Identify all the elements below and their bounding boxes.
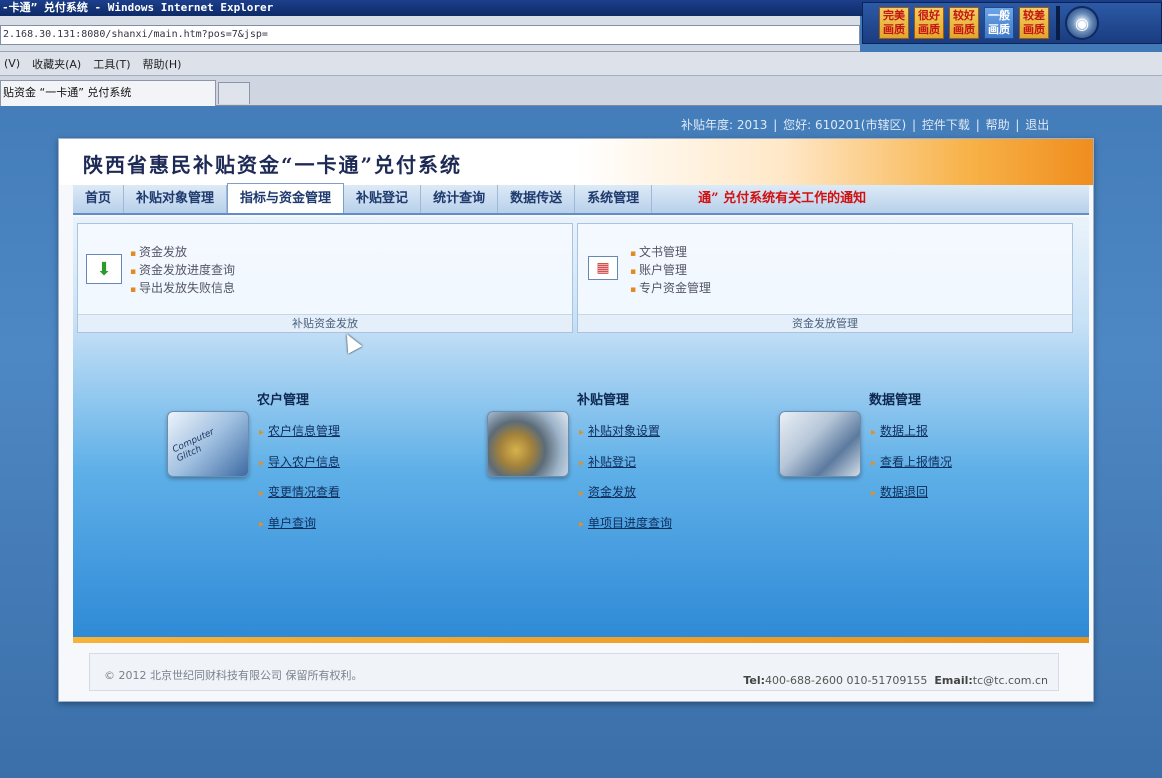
download-control-link[interactable]: 控件下载: [922, 118, 970, 132]
tel-label: Tel:: [743, 674, 766, 687]
email-label: Email:: [934, 674, 973, 687]
content-area: ⬇ 资金发放 资金发放进度查询 导出发放失败信息 补贴资金发放 ▦ 文书管理 账…: [73, 217, 1089, 637]
link-document-management[interactable]: 文书管理: [630, 244, 711, 262]
greeting-text: 您好: 610201(市辖区): [783, 118, 907, 132]
quality-very-good-button[interactable]: 很好 画质: [914, 7, 944, 39]
panel-subsidy-disbursement: ⬇ 资金发放 资金发放进度查询 导出发放失败信息 补贴资金发放: [77, 223, 573, 333]
link-data-report[interactable]: 数据上报: [871, 417, 952, 448]
link-data-return[interactable]: 数据退回: [871, 478, 952, 509]
link-disbursement-progress[interactable]: 资金发放进度查询: [130, 262, 235, 280]
separator: |: [975, 118, 980, 132]
link-farmer-info[interactable]: 农户信息管理: [259, 417, 340, 448]
browser-tab-bar: 贴资金 “一卡通” 兑付系统: [0, 76, 1162, 106]
panel-caption: 补贴资金发放: [78, 314, 572, 332]
nav-tab-quota-funds[interactable]: 指标与资金管理: [227, 183, 345, 213]
app-header: 陕西省惠民补贴资金“一卡通”兑付系统: [59, 139, 1093, 185]
browser-tab-active[interactable]: 贴资金 “一卡通” 兑付系统: [0, 80, 216, 106]
coins-image: [487, 411, 569, 477]
module-data-management: 数据管理 数据上报 查看上报情况 数据退回: [779, 389, 1059, 549]
app-frame: 陕西省惠民补贴资金“一卡通”兑付系统 首页 补贴对象管理 指标与资金管理 补贴登…: [58, 138, 1094, 702]
nav-tab-home[interactable]: 首页: [73, 185, 125, 213]
link-export-failures[interactable]: 导出发放失败信息: [130, 280, 235, 298]
link-change-view[interactable]: 变更情况查看: [259, 478, 340, 509]
subsidy-year: 补贴年度: 2013: [681, 118, 768, 132]
module-title: 农户管理: [257, 393, 310, 408]
copyright-text: © 2012 北京世纪同财科技有限公司 保留所有权利。: [104, 669, 363, 682]
browser-menu-bar: (V) 收藏夹(A) 工具(T) 帮助(H): [0, 52, 1162, 76]
menu-help[interactable]: 帮助(H): [143, 56, 182, 72]
menu-favorites[interactable]: 收藏夹(A): [32, 56, 81, 72]
quality-perfect-button[interactable]: 完美 画质: [879, 7, 909, 39]
separator: |: [1015, 118, 1020, 132]
tel-value: 400-688-2600 010-51709155: [765, 674, 928, 687]
image-caption: Computer Glitch: [171, 427, 216, 465]
module-title: 数据管理: [869, 393, 922, 408]
calendar-icon: ▦: [588, 256, 618, 280]
module-title: 补贴管理: [577, 393, 630, 408]
main-nav: 首页 补贴对象管理 指标与资金管理 补贴登记 统计查询 数据传送 系统管理 通”…: [73, 183, 1089, 215]
nav-tab-subsidy-objects[interactable]: 补贴对象管理: [124, 185, 228, 213]
quality-poor-button[interactable]: 较差 画质: [1019, 7, 1049, 39]
quality-normal-button[interactable]: 一般 画质: [984, 7, 1014, 39]
menu-view[interactable]: (V): [4, 57, 20, 70]
new-tab-button[interactable]: [218, 82, 250, 104]
nav-tab-statistics[interactable]: 统计查询: [421, 185, 499, 213]
link-import-farmer[interactable]: 导入农户信息: [259, 448, 340, 479]
nav-tab-subsidy-register[interactable]: 补贴登记: [344, 185, 422, 213]
app-title: 陕西省惠民补贴资金“一卡通”兑付系统: [83, 153, 463, 177]
logout-link[interactable]: 退出: [1025, 118, 1049, 132]
link-subsidy-object-setup[interactable]: 补贴对象设置: [579, 417, 672, 448]
nav-tab-system[interactable]: 系统管理: [575, 185, 653, 213]
link-fund-disbursement[interactable]: 资金发放: [579, 478, 672, 509]
quality-good-button[interactable]: 较好 画质: [949, 7, 979, 39]
help-link[interactable]: 帮助: [986, 118, 1010, 132]
footer: © 2012 北京世纪同财科技有限公司 保留所有权利。 Tel:400-688-…: [89, 653, 1059, 691]
link-fund-disbursement[interactable]: 资金发放: [130, 244, 235, 262]
link-account-management[interactable]: 账户管理: [630, 262, 711, 280]
link-report-status[interactable]: 查看上报情况: [871, 448, 952, 479]
separator: |: [911, 118, 917, 132]
link-subsidy-register[interactable]: 补贴登记: [579, 448, 672, 479]
contact-info: Tel:400-688-2600 010-51709155 Email:tc@t…: [743, 674, 1048, 687]
footer-band: [73, 637, 1089, 643]
panel-disbursement-management: ▦ 文书管理 账户管理 专户资金管理 资金发放管理: [577, 223, 1073, 333]
keys-image: [779, 411, 861, 477]
link-item-progress[interactable]: 单项目进度查询: [579, 509, 672, 540]
menu-tools[interactable]: 工具(T): [93, 56, 130, 72]
quality-toolbar: 完美 画质 很好 画质 较好 画质 一般 画质 较差 画质 ◉: [862, 2, 1162, 44]
settings-disc-icon[interactable]: ◉: [1065, 6, 1099, 40]
link-special-account-funds[interactable]: 专户资金管理: [630, 280, 711, 298]
separator: |: [773, 118, 778, 132]
address-input[interactable]: 2.168.30.131:8080/shanxi/main.htm?pos=7&…: [0, 25, 860, 45]
toolbar-divider: [1056, 6, 1060, 40]
email-value: tc@tc.com.cn: [972, 674, 1048, 687]
module-subsidy-management: 补贴管理 补贴对象设置 补贴登记 资金发放 单项目进度查询: [487, 389, 767, 549]
nav-tab-data-transfer[interactable]: 数据传送: [498, 185, 576, 213]
link-single-query[interactable]: 单户查询: [259, 509, 340, 540]
address-bar-area: 2.168.30.131:8080/shanxi/main.htm?pos=7&…: [0, 16, 860, 52]
computer-glitch-image: Computer Glitch: [167, 411, 249, 477]
download-arrow-icon: ⬇: [86, 254, 122, 284]
notice-marquee[interactable]: 通” 兑付系统有关工作的通知: [652, 185, 866, 213]
module-farmer-management: 农户管理 Computer Glitch 农户信息管理 导入农户信息 变更情况查…: [167, 389, 447, 549]
panel-caption: 资金发放管理: [578, 314, 1072, 332]
user-toplinks: 补贴年度: 2013 | 您好: 610201(市辖区) | 控件下载 | 帮助…: [680, 116, 1100, 134]
